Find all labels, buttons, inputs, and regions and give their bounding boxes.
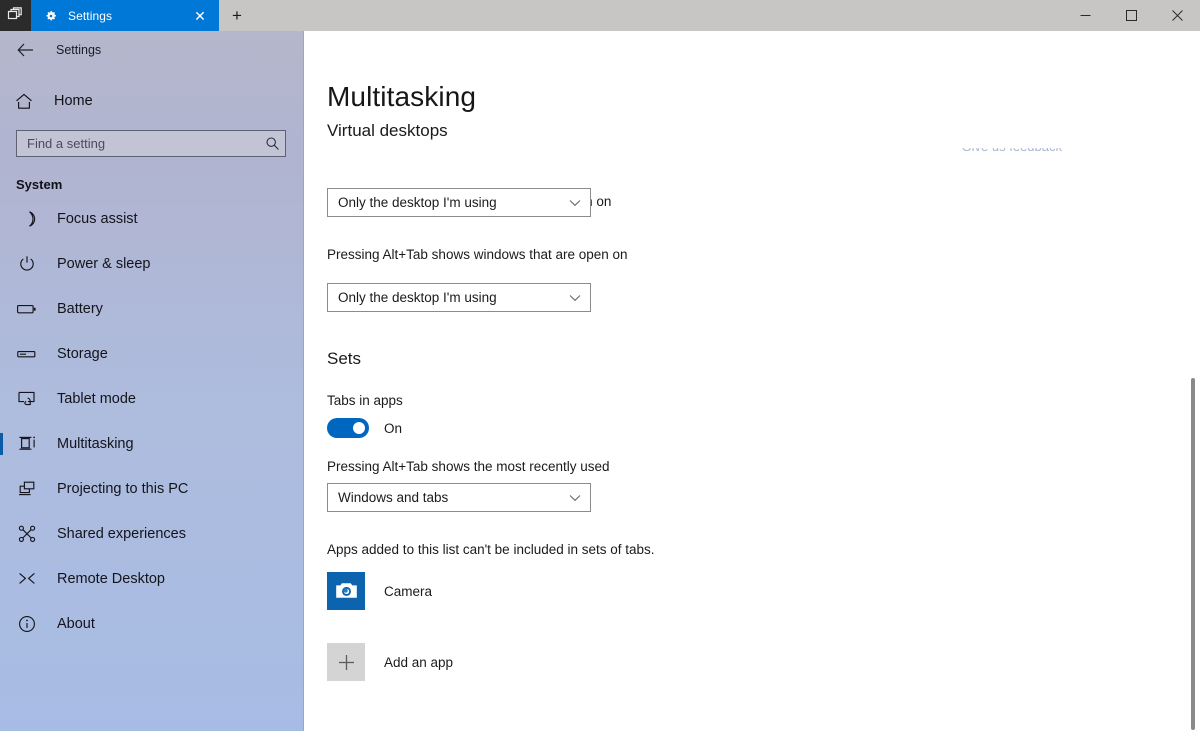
title-bar: Settings ✕ + [0,0,1200,31]
settings-window: Settings ✕ + Settings Home Find a settin… [0,0,1200,731]
window-controls [1062,0,1200,31]
nav-header-title: Settings [56,43,102,57]
sidebar-item-label: About [57,615,95,632]
sidebar: Settings Home System [0,31,304,731]
tab-settings[interactable]: Settings ✕ [31,0,219,31]
sidebar-item-label: Projecting to this PC [57,480,189,497]
sidebar-item-focus-assist[interactable]: Focus assist [0,196,303,241]
sets-tab-list-button[interactable] [0,0,31,31]
multitasking-icon [17,434,37,454]
page-title: Multitasking [327,81,477,112]
back-arrow-icon[interactable] [14,39,36,61]
close-icon[interactable]: ✕ [187,3,213,29]
projecting-icon [17,479,37,499]
tabs-in-apps-state: On [384,420,403,436]
power-icon [17,254,37,274]
taskbar-show-windows-value: Only the desktop I'm using [338,195,497,210]
sidebar-item-label: Multitasking [57,435,134,452]
sidebar-item-multitasking[interactable]: Multitasking [0,421,303,466]
tablet-icon [17,389,37,409]
alttab-recent-value: Windows and tabs [338,490,449,505]
alttab-show-windows-value: Only the desktop I'm using [338,290,497,305]
moon-icon [17,209,37,229]
plus-icon [327,643,365,681]
camera-icon [327,572,365,610]
alttab-show-windows-dropdown[interactable]: Only the desktop I'm using [327,283,591,312]
sets-heading: Sets [327,349,362,368]
remote-desktop-icon [17,569,37,589]
storage-icon [17,344,37,364]
content-scrollbar[interactable] [1186,31,1200,731]
sidebar-nav-list: Focus assist Power & sleep Battery Stora… [0,196,303,646]
tab-list-icon [7,7,22,20]
sidebar-item-label: Storage [57,345,108,362]
sidebar-item-tablet-mode[interactable]: Tablet mode [0,376,303,421]
search-icon[interactable] [259,136,285,151]
sidebar-item-power-sleep[interactable]: Power & sleep [0,241,303,286]
close-icon [1171,10,1183,21]
sidebar-section-title: System [16,177,63,192]
add-an-app-label: Add an app [384,654,454,670]
sidebar-item-label: Remote Desktop [57,570,165,587]
sidebar-item-about[interactable]: About [0,601,303,646]
sidebar-item-projecting[interactable]: Projecting to this PC [0,466,303,511]
shared-experiences-icon [17,524,37,544]
sidebar-item-home-label: Home [54,93,93,109]
alttab-show-windows-label: Pressing Alt+Tab shows windows that are … [327,247,628,262]
tabs-in-apps-toggle-row: On [327,418,402,438]
maximize-button[interactable] [1108,0,1154,31]
chevron-down-icon [560,199,590,207]
toggle-knob [353,422,365,434]
home-icon [14,91,34,111]
titlebar-drag-area [255,0,1062,31]
tab-title: Settings [68,8,113,23]
sidebar-nav-header: Settings [0,31,303,69]
sidebar-item-home[interactable]: Home [0,81,303,121]
gear-icon [43,8,59,24]
sidebar-item-label: Tablet mode [57,390,136,407]
sidebar-item-label: Power & sleep [57,255,151,272]
sidebar-item-label: Shared experiences [57,525,186,542]
chevron-down-icon [560,494,590,502]
new-tab-button[interactable]: + [219,0,255,31]
alttab-recent-dropdown[interactable]: Windows and tabs [327,483,591,512]
window-close-button[interactable] [1154,0,1200,31]
search-input[interactable] [17,131,259,156]
virtual-desktops-heading: Virtual desktops [327,121,448,140]
tabs-in-apps-label: Tabs in apps [327,393,403,408]
sidebar-item-label: Focus assist [57,210,138,227]
minimize-icon [1080,15,1090,16]
taskbar-show-windows-dropdown[interactable]: Only the desktop I'm using [327,188,591,217]
battery-icon [17,299,37,319]
excluded-app-name: Camera [384,583,433,599]
give-feedback-link[interactable]: Give us feedback [962,148,1062,154]
sidebar-item-storage[interactable]: Storage [0,331,303,376]
alttab-recent-label: Pressing Alt+Tab shows the most recently… [327,459,610,474]
sidebar-item-remote-desktop[interactable]: Remote Desktop [0,556,303,601]
minimize-button[interactable] [1062,0,1108,31]
add-an-app-button[interactable]: Add an app [327,643,453,681]
excluded-app-item[interactable]: Camera [327,572,432,610]
info-icon [17,614,37,634]
sidebar-item-shared-experiences[interactable]: Shared experiences [0,511,303,556]
excluded-apps-note: Apps added to this list can't be include… [327,542,655,557]
sidebar-item-battery[interactable]: Battery [0,286,303,331]
search-box[interactable] [16,130,286,157]
tabs-in-apps-toggle[interactable] [327,418,369,438]
main-content: Give us feedback Multitasking Virtual de… [305,31,1200,731]
scrollbar-thumb[interactable] [1191,378,1195,730]
chevron-down-icon [560,294,590,302]
maximize-icon [1125,10,1137,21]
sidebar-item-label: Battery [57,300,103,317]
